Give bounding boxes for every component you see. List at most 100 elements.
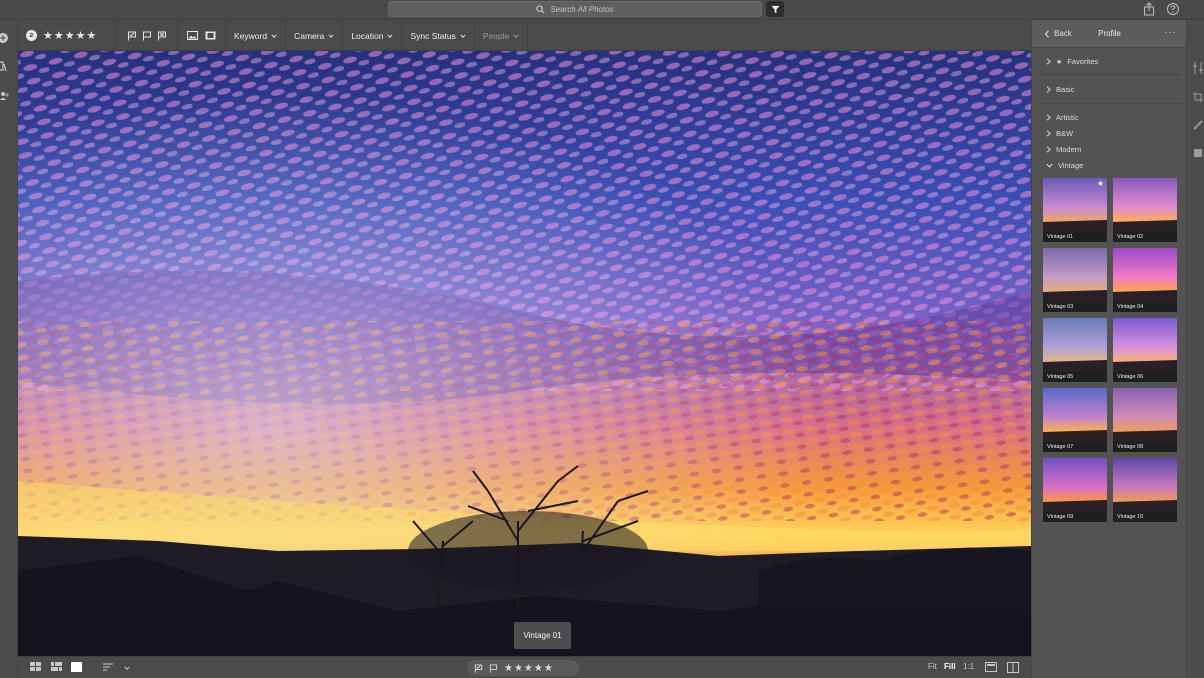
chevron-right-icon xyxy=(1046,146,1051,153)
group-artistic[interactable]: Artistic xyxy=(1046,113,1079,122)
thumb-label: Vintage 05 xyxy=(1043,372,1107,382)
thumb-label: Vintage 08 xyxy=(1113,442,1177,452)
flag-picked-icon[interactable] xyxy=(474,663,483,673)
group-label: Basic xyxy=(1056,85,1075,94)
rating-stars[interactable]: ★★★★★ xyxy=(43,29,97,42)
rating-operator-badge[interactable]: ≥ xyxy=(26,30,37,41)
camera-label: Camera xyxy=(294,30,325,41)
flag-rejected-icon[interactable] xyxy=(157,31,167,41)
profile-thumb-vintage-08[interactable]: Vintage 08 xyxy=(1113,388,1177,452)
profile-thumb-vintage-05[interactable]: Vintage 05 xyxy=(1043,318,1107,382)
thumb-label: Vintage 03 xyxy=(1043,302,1107,312)
location-label: Location xyxy=(351,30,384,41)
search-field[interactable]: Search All Photos xyxy=(388,1,762,17)
split-view-icon[interactable] xyxy=(1007,662,1019,673)
camera-dropdown[interactable]: Camera xyxy=(286,20,344,51)
zoom-fit-button[interactable]: Fit xyxy=(928,662,937,671)
help-icon[interactable] xyxy=(1166,2,1180,16)
chevron-down-icon xyxy=(1046,163,1053,168)
thumb-label: Vintage 09 xyxy=(1043,512,1107,522)
profile-thumb-vintage-10[interactable]: Vintage 10 xyxy=(1113,458,1177,522)
edit-tools-rail xyxy=(1186,20,1204,678)
thumb-label: Vintage 06 xyxy=(1113,372,1177,382)
profile-thumb-vintage-04[interactable]: Vintage 04 xyxy=(1113,248,1177,312)
group-bw[interactable]: B&W xyxy=(1046,129,1073,138)
sync-status-dropdown[interactable]: Sync Status xyxy=(402,20,475,51)
chevron-down-icon[interactable] xyxy=(124,665,130,671)
left-rail xyxy=(0,20,18,678)
flag-unflagged-icon[interactable] xyxy=(142,31,152,41)
zoom-fill-button[interactable]: Fill xyxy=(944,662,956,671)
top-bar: Search All Photos xyxy=(0,0,1204,20)
profile-thumb-vintage-02[interactable]: Vintage 02 xyxy=(1113,178,1177,242)
profile-thumb-vintage-09[interactable]: Vintage 09 xyxy=(1043,458,1107,522)
photo-type-icon[interactable] xyxy=(187,31,198,40)
group-modern[interactable]: Modern xyxy=(1046,145,1081,154)
funnel-icon xyxy=(770,5,780,13)
photo-preview[interactable]: Vintage 01 xyxy=(18,51,1031,656)
chevron-down-icon xyxy=(513,33,519,38)
compare-icon[interactable] xyxy=(985,662,997,672)
group-label: B&W xyxy=(1056,129,1074,138)
photo-grid-view-icon[interactable] xyxy=(51,662,63,672)
profile-thumb-vintage-01[interactable]: ★ Vintage 01 xyxy=(1043,178,1107,242)
chevron-down-icon xyxy=(387,33,394,38)
profile-thumb-vintage-03[interactable]: Vintage 03 xyxy=(1043,248,1107,312)
masking-icon[interactable] xyxy=(1193,148,1203,158)
photo-rating-stars[interactable]: ★★★★★ xyxy=(504,663,554,674)
people-icon[interactable] xyxy=(0,90,12,102)
search-placeholder: Search All Photos xyxy=(550,4,614,14)
bottom-bar: ★★★★★ Fit Fill 1:1 xyxy=(18,656,1031,678)
thumb-label: Vintage 01 xyxy=(1043,232,1107,242)
group-basic[interactable]: Basic xyxy=(1046,85,1074,94)
chevron-right-icon xyxy=(1046,86,1051,93)
thumb-label: Vintage 04 xyxy=(1113,302,1177,312)
search-icon xyxy=(536,4,545,14)
media-type-filter xyxy=(178,20,226,51)
profile-name-overlay: Vintage 01 xyxy=(514,622,571,649)
flag-rejected-icon[interactable] xyxy=(489,663,498,673)
rating-filter[interactable]: ≥ ★★★★★ xyxy=(18,20,116,51)
zoom-1-1-button[interactable]: 1:1 xyxy=(963,662,974,671)
video-type-icon[interactable] xyxy=(205,31,216,40)
more-options-button[interactable]: ··· xyxy=(1164,27,1177,38)
healing-icon[interactable] xyxy=(1193,120,1203,130)
crop-icon[interactable] xyxy=(1193,92,1203,102)
sync-status-label: Sync Status xyxy=(410,30,456,41)
thumb-label: Vintage 10 xyxy=(1113,512,1177,522)
people-dropdown[interactable]: People xyxy=(475,20,529,51)
location-dropdown[interactable]: Location xyxy=(343,20,403,51)
square-grid-view-icon[interactable] xyxy=(30,662,42,672)
share-icon[interactable] xyxy=(1143,2,1155,16)
people-label: People xyxy=(482,30,510,41)
profile-thumb-vintage-06[interactable]: Vintage 06 xyxy=(1113,318,1177,382)
rating-flag-control: ★★★★★ xyxy=(467,660,579,676)
group-favorites[interactable]: ★ Favorites xyxy=(1046,57,1098,66)
add-photos-icon[interactable] xyxy=(0,32,12,44)
profile-browser-panel: Back Profile ··· ★ Favorites Basic Artis… xyxy=(1031,20,1187,678)
group-label: Artistic xyxy=(1056,113,1079,122)
flag-filter xyxy=(116,20,178,51)
chevron-right-icon xyxy=(1046,114,1051,121)
group-label: Favorites xyxy=(1067,57,1099,66)
keyword-label: Keyword xyxy=(234,30,268,41)
divider xyxy=(1040,74,1182,75)
profile-thumb-vintage-07[interactable]: Vintage 07 xyxy=(1043,388,1107,452)
filter-button[interactable] xyxy=(766,1,784,17)
keyword-dropdown[interactable]: Keyword xyxy=(226,20,287,51)
sunset-photo xyxy=(18,51,1031,656)
group-label: Modern xyxy=(1056,145,1082,154)
divider xyxy=(1040,103,1182,104)
chevron-right-icon xyxy=(1046,58,1051,65)
flag-picked-icon[interactable] xyxy=(127,31,137,41)
detail-view-icon[interactable] xyxy=(71,662,83,672)
thumb-label: Vintage 02 xyxy=(1113,232,1177,242)
edit-sliders-icon[interactable] xyxy=(1193,62,1203,74)
favorite-star-icon[interactable]: ★ xyxy=(1097,179,1104,188)
favorites-star-icon: ★ xyxy=(1056,58,1063,66)
sort-icon[interactable] xyxy=(103,662,117,672)
library-icon[interactable] xyxy=(0,60,12,72)
group-label: Vintage xyxy=(1058,161,1084,170)
group-vintage[interactable]: Vintage xyxy=(1046,161,1083,170)
profile-panel-header: Back Profile ··· xyxy=(1032,20,1187,48)
